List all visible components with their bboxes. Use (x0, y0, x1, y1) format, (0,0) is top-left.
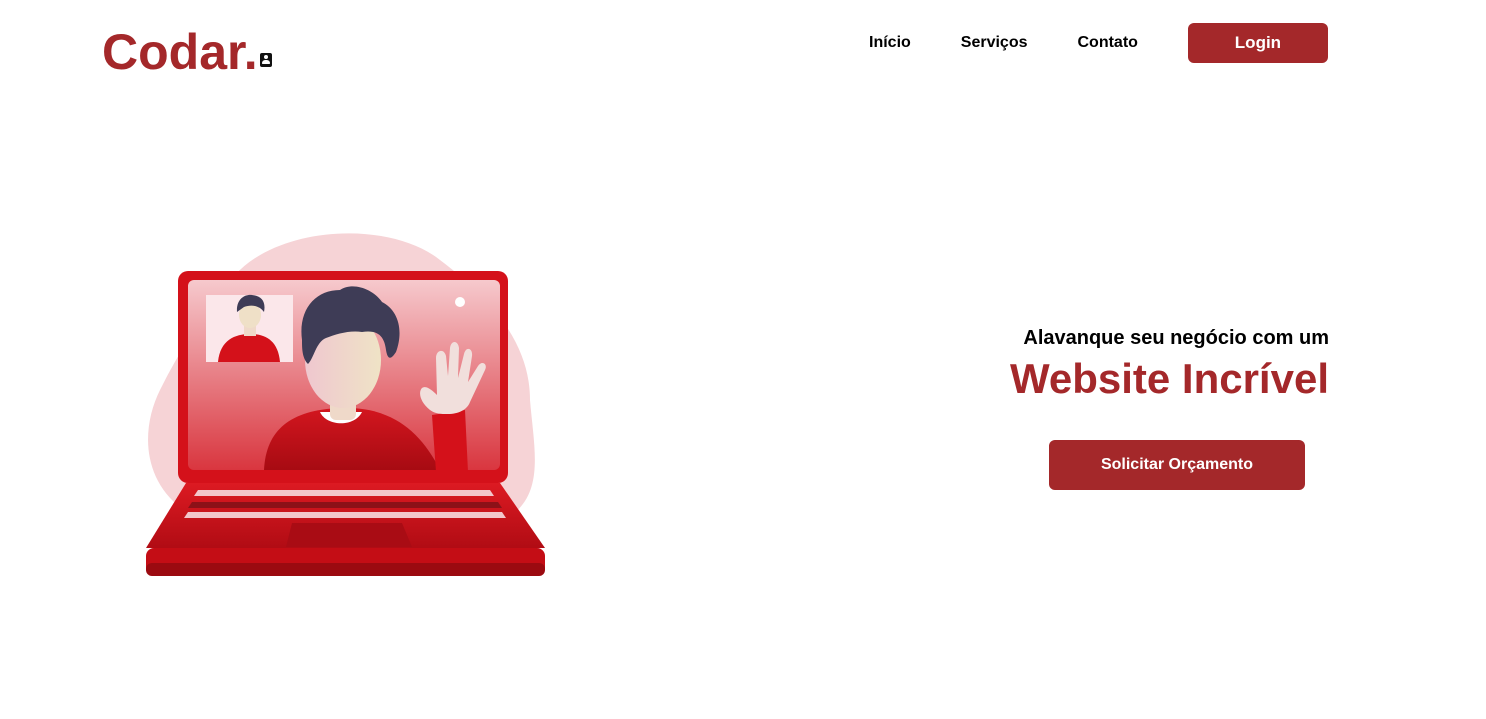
logo-text: Codar. (102, 24, 258, 80)
laptop-video-call-illustration (146, 233, 545, 576)
hero-title: Website Incrível (1009, 355, 1329, 402)
hero-subtitle: Alavanque seu negócio com um (1023, 327, 1329, 349)
trackpad (286, 523, 412, 547)
main-nav: Início Serviços Contato Login (869, 23, 1328, 63)
nav-link-contato[interactable]: Contato (1078, 34, 1138, 52)
logo[interactable]: Codar. (102, 22, 272, 82)
page: Codar. Início Serviços Contato Login Ala… (0, 0, 1486, 719)
login-button[interactable]: Login (1187, 23, 1328, 63)
request-quote-button[interactable]: Solicitar Orçamento (1049, 440, 1305, 490)
nav-link-inicio[interactable]: Início (869, 34, 911, 52)
nav-link-servicos[interactable]: Serviços (961, 34, 1028, 52)
camera-dot (455, 297, 465, 307)
user-badge-icon (259, 53, 272, 67)
hero-section: Alavanque seu negócio com um Website Inc… (1010, 324, 1329, 404)
person-arm (432, 410, 468, 472)
